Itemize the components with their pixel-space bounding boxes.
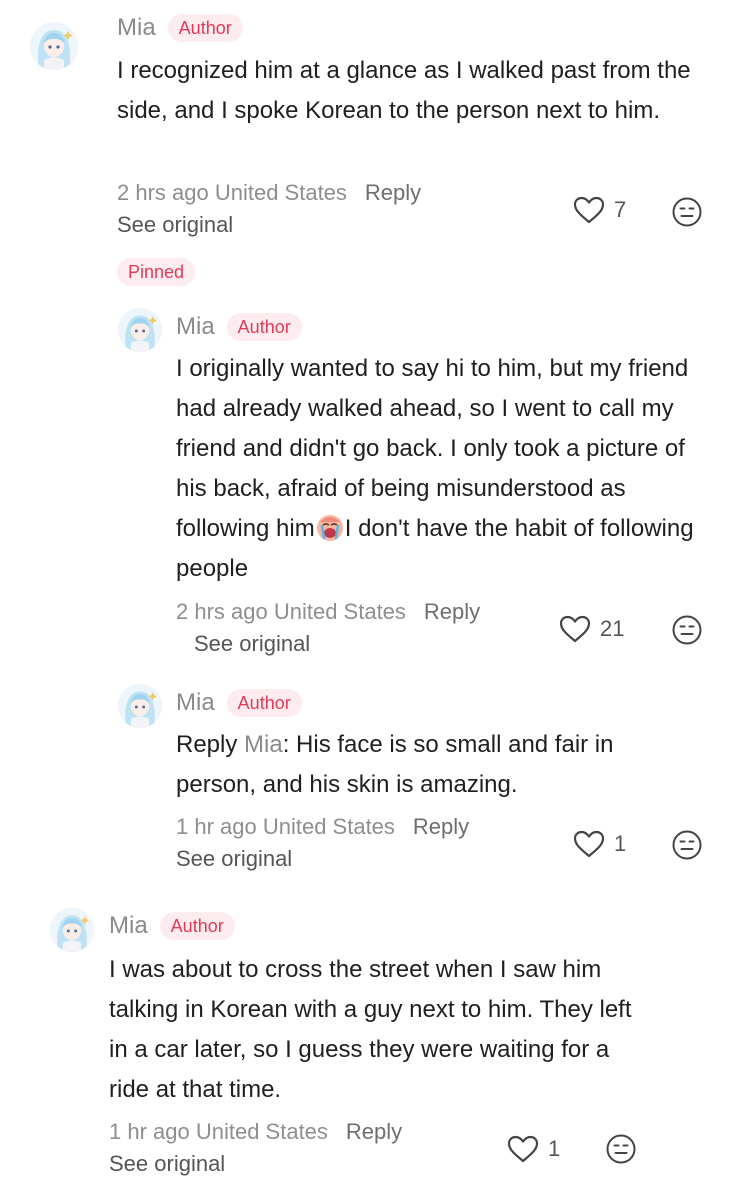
see-original-link[interactable]: See original bbox=[194, 631, 310, 657]
username[interactable]: Mia bbox=[176, 689, 215, 717]
dislike-button[interactable] bbox=[671, 829, 703, 866]
like-button[interactable]: 1 bbox=[506, 1134, 560, 1164]
avatar-image bbox=[30, 22, 78, 70]
heart-outline-icon bbox=[573, 196, 605, 224]
time-location: 2 hrs ago United States bbox=[176, 599, 406, 624]
reply-button[interactable]: Reply bbox=[424, 599, 480, 624]
time-location: 1 hr ago United States bbox=[176, 814, 395, 839]
comment-text: Reply Mia: His face is so small and fair… bbox=[176, 725, 686, 805]
username[interactable]: Mia bbox=[176, 313, 215, 341]
author-badge: Author bbox=[167, 14, 243, 42]
avatar-image bbox=[50, 908, 94, 952]
author-badge: Author bbox=[226, 313, 302, 341]
heart-outline-icon bbox=[507, 1135, 539, 1163]
reply-to-username[interactable]: Mia bbox=[244, 731, 283, 758]
dislike-button[interactable] bbox=[605, 1133, 637, 1170]
username[interactable]: Mia bbox=[117, 14, 156, 42]
avatar[interactable] bbox=[118, 308, 162, 352]
author-badge: Author bbox=[159, 912, 235, 940]
neutral-face-icon bbox=[672, 830, 702, 860]
reply-button[interactable]: Reply bbox=[413, 814, 469, 839]
avatar[interactable] bbox=[50, 908, 94, 952]
comment-meta: 2 hrs ago United States Reply bbox=[176, 599, 480, 625]
avatar[interactable] bbox=[30, 22, 78, 70]
neutral-face-icon bbox=[606, 1134, 636, 1164]
neutral-face-icon bbox=[672, 615, 702, 645]
reply-button[interactable]: Reply bbox=[365, 180, 421, 205]
like-button[interactable]: 1 bbox=[572, 829, 626, 859]
comment-text: I was about to cross the street when I s… bbox=[109, 956, 632, 1103]
comment-text: I recognized him at a glance as I walked… bbox=[117, 57, 691, 124]
reply-prefix: Reply bbox=[176, 731, 238, 758]
dislike-button[interactable] bbox=[671, 196, 703, 233]
time-location: 1 hr ago United States bbox=[109, 1119, 328, 1144]
comment-text-part: : His face is so small and fair in perso… bbox=[176, 731, 614, 798]
see-original-link[interactable]: See original bbox=[109, 1151, 225, 1177]
neutral-face-icon bbox=[672, 197, 702, 227]
comment-text-part: I originally wanted to say hi to him, bu… bbox=[176, 355, 689, 542]
author-badge: Author bbox=[226, 689, 302, 717]
like-button[interactable]: 21 bbox=[558, 614, 624, 644]
heart-outline-icon bbox=[559, 615, 591, 643]
see-original-link[interactable]: See original bbox=[176, 846, 292, 872]
comment-meta: 1 hr ago United States Reply bbox=[176, 814, 469, 840]
pinned-badge: Pinned bbox=[117, 258, 196, 286]
username[interactable]: Mia bbox=[109, 912, 148, 940]
like-count: 1 bbox=[548, 1136, 561, 1161]
like-count: 21 bbox=[600, 616, 625, 641]
crying-face-emoji bbox=[316, 515, 343, 541]
see-original-link[interactable]: See original bbox=[117, 212, 233, 238]
like-count: 7 bbox=[614, 197, 627, 222]
avatar[interactable] bbox=[118, 684, 162, 728]
like-button[interactable]: 7 bbox=[572, 195, 626, 225]
avatar-image bbox=[118, 684, 162, 728]
time-location: 2 hrs ago United States bbox=[117, 180, 347, 205]
heart-outline-icon bbox=[573, 830, 605, 858]
like-count: 1 bbox=[614, 831, 627, 856]
comment-text: I originally wanted to say hi to him, bu… bbox=[176, 349, 716, 589]
comment-meta: 2 hrs ago United States Reply bbox=[117, 180, 421, 206]
reply-button[interactable]: Reply bbox=[346, 1119, 402, 1144]
comment-meta: 1 hr ago United States Reply bbox=[109, 1119, 402, 1145]
avatar-image bbox=[118, 308, 162, 352]
dislike-button[interactable] bbox=[671, 614, 703, 651]
